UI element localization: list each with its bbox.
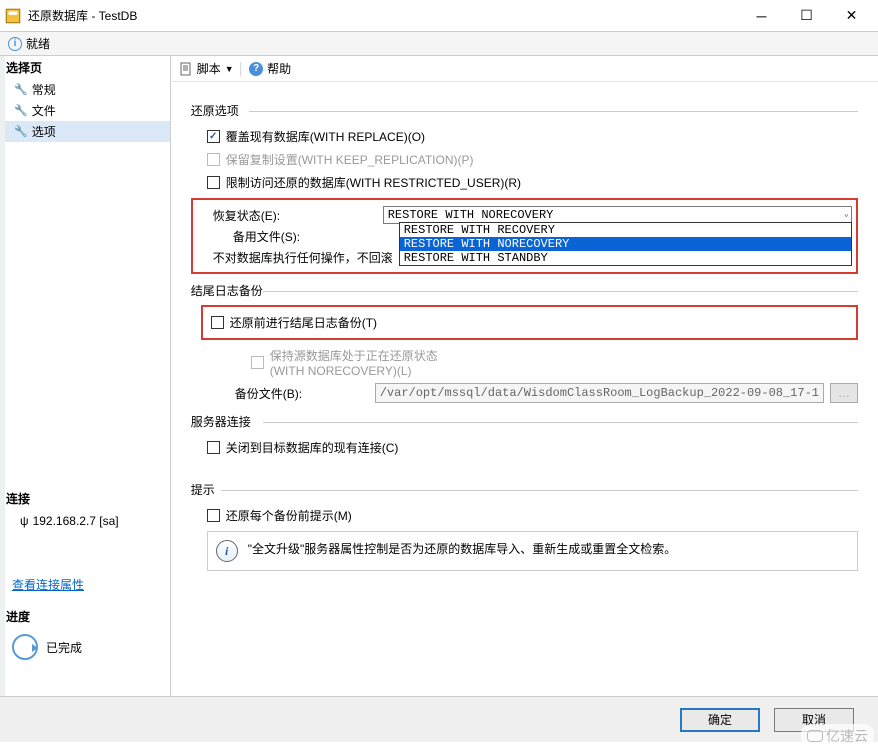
keep-replication-checkbox-row: 保留复制设置(WITH KEEP_REPLICATION)(P)	[191, 148, 858, 171]
leave-norecovery-row: 保持源数据库处于正在还原状态 (WITH NORECOVERY)(L)	[191, 344, 858, 381]
backup-file-label: 备份文件(B):	[235, 385, 375, 402]
close-connections-row[interactable]: 关闭到目标数据库的现有连接(C)	[191, 436, 858, 459]
ok-button[interactable]: 确定	[680, 708, 760, 732]
sidebar: 选择页 🔧 常规 🔧 文件 🔧 选项 连接 ψ 192.168.2.7 [sa]…	[0, 56, 171, 696]
main-panel: 脚本 ▼ │ ? 帮助 还原选项 覆盖现有数据库(WITH REPLACE)(O…	[171, 56, 878, 696]
checkbox-icon[interactable]	[207, 130, 220, 143]
dropdown-arrow-icon[interactable]: ▼	[225, 64, 234, 74]
checkbox-icon[interactable]	[207, 509, 220, 522]
recovery-option[interactable]: RESTORE WITH RECOVERY	[400, 223, 851, 237]
overwrite-label: 覆盖现有数据库(WITH REPLACE)(O)	[226, 128, 425, 145]
restricted-user-checkbox-row[interactable]: 限制访问还原的数据库(WITH RESTRICTED_USER)(R)	[191, 171, 858, 194]
restricted-user-label: 限制访问还原的数据库(WITH RESTRICTED_USER)(R)	[226, 174, 521, 191]
checkbox-icon[interactable]	[207, 441, 220, 454]
restore-options-title: 还原选项	[191, 102, 858, 119]
progress-row: 已完成	[0, 628, 170, 666]
tail-log-label: 还原前进行结尾日志备份(T)	[230, 314, 377, 331]
browse-button: …	[830, 383, 858, 403]
leave-norecovery-label2: (WITH NORECOVERY)(L)	[270, 364, 412, 378]
connection-header: 连接	[0, 487, 170, 510]
checkbox-icon[interactable]	[207, 176, 220, 189]
server-conn-title: 服务器连接	[191, 413, 858, 430]
script-icon	[179, 62, 193, 76]
sidebar-item-label: 文件	[32, 102, 56, 119]
connection-value: 192.168.2.7 [sa]	[33, 514, 119, 528]
select-page-header: 选择页	[0, 56, 170, 79]
recovery-state-label: 恢复状态(E):	[213, 207, 383, 224]
recovery-state-value: RESTORE WITH NORECOVERY	[388, 208, 554, 222]
chevron-down-icon: ⌄	[844, 209, 849, 219]
help-button[interactable]: 帮助	[267, 60, 291, 77]
prompt-before-label: 还原每个备份前提示(M)	[226, 507, 352, 524]
prompt-before-row[interactable]: 还原每个备份前提示(M)	[191, 504, 858, 527]
watermark-text: 亿速云	[826, 726, 868, 746]
connection-value-row: ψ 192.168.2.7 [sa]	[0, 510, 170, 532]
script-button[interactable]: 脚本	[197, 60, 221, 77]
cloud-icon	[807, 730, 823, 742]
close-button[interactable]: ✕	[829, 1, 874, 31]
recovery-options-list[interactable]: RESTORE WITH RECOVERY RESTORE WITH NOREC…	[399, 222, 852, 266]
tail-log-title: 结尾日志备份	[191, 282, 858, 299]
app-icon	[4, 7, 22, 25]
backup-file-row: 备份文件(B): /var/opt/mssql/data/WisdomClass…	[191, 381, 858, 405]
info-icon: i	[216, 540, 238, 562]
server-icon: ψ	[20, 514, 29, 528]
progress-status: 已完成	[46, 639, 82, 656]
leave-norecovery-label: 保持源数据库处于正在还原状态	[270, 349, 438, 363]
sidebar-item-label: 常规	[32, 81, 56, 98]
close-connections-label: 关闭到目标数据库的现有连接(C)	[226, 439, 399, 456]
hint-text: "全文升级"服务器属性控制是否为还原的数据库导入、重新生成或重置全文检索。	[248, 540, 677, 557]
checkbox-icon	[251, 356, 264, 369]
progress-header: 进度	[0, 605, 170, 628]
watermark: 亿速云	[801, 724, 874, 748]
recovery-option[interactable]: RESTORE WITH NORECOVERY	[400, 237, 851, 251]
tail-log-highlight: 还原前进行结尾日志备份(T)	[201, 305, 858, 340]
progress-icon	[12, 634, 38, 660]
wrench-icon: 🔧	[14, 104, 28, 117]
help-icon: ?	[249, 62, 263, 76]
wrench-icon: 🔧	[14, 125, 28, 138]
keep-replication-label: 保留复制设置(WITH KEEP_REPLICATION)(P)	[226, 151, 474, 168]
hint-box: i "全文升级"服务器属性控制是否为还原的数据库导入、重新生成或重置全文检索。	[207, 531, 858, 571]
status-bar: i 就绪	[0, 32, 878, 56]
maximize-button[interactable]: ☐	[784, 1, 829, 31]
checkbox-icon	[207, 153, 220, 166]
sidebar-item-general[interactable]: 🔧 常规	[0, 79, 170, 100]
overwrite-checkbox-row[interactable]: 覆盖现有数据库(WITH REPLACE)(O)	[191, 125, 858, 148]
checkbox-icon[interactable]	[211, 316, 224, 329]
sidebar-item-files[interactable]: 🔧 文件	[0, 100, 170, 121]
recovery-state-highlight: 恢复状态(E): RESTORE WITH NORECOVERY ⌄ 备用文件(…	[191, 198, 858, 274]
sidebar-item-options[interactable]: 🔧 选项	[0, 121, 170, 142]
status-text: 就绪	[26, 35, 50, 52]
tail-log-checkbox-row[interactable]: 还原前进行结尾日志备份(T)	[207, 311, 852, 334]
recovery-option[interactable]: RESTORE WITH STANDBY	[400, 251, 851, 265]
info-icon: i	[8, 37, 22, 51]
sidebar-item-label: 选项	[32, 123, 56, 140]
toolbar: 脚本 ▼ │ ? 帮助	[171, 56, 878, 82]
standby-file-label: 备用文件(S):	[213, 228, 383, 245]
window-title: 还原数据库 - TestDB	[28, 7, 739, 24]
hint-title: 提示	[191, 481, 858, 498]
wrench-icon: 🔧	[14, 83, 28, 96]
minimize-button[interactable]: ─	[739, 1, 784, 31]
backup-file-input[interactable]: /var/opt/mssql/data/WisdomClassRoom_LogB…	[375, 383, 824, 403]
titlebar: 还原数据库 - TestDB ─ ☐ ✕	[0, 0, 878, 32]
view-connection-link[interactable]: 查看连接属性	[0, 572, 170, 597]
footer: 确定 取消	[0, 696, 878, 742]
